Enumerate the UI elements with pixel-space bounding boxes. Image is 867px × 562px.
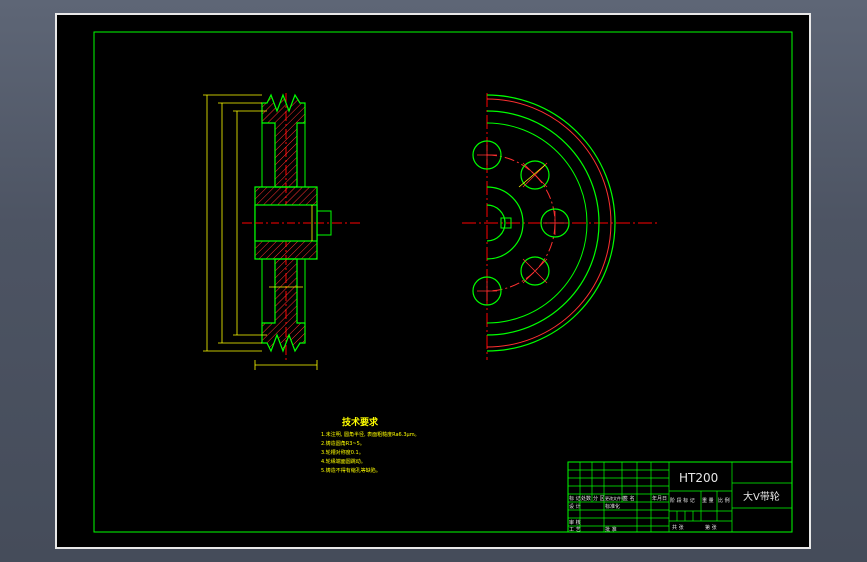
drawing-sheet[interactable]: 技术要求 1.未注明, 圆角半径, 表面粗糙度Ra6.3μm。 2.铸造圆角R3… <box>55 13 811 549</box>
front-view <box>462 93 657 360</box>
tb-label: 标准化 <box>605 503 620 510</box>
cad-drawing: 技术要求 1.未注明, 圆角半径, 表面粗糙度Ra6.3μm。 2.铸造圆角R3… <box>93 31 793 533</box>
rim-top <box>261 93 306 188</box>
tb-label: 分 区 <box>593 495 605 502</box>
tb-label: 阶 段 标 记 <box>670 497 695 504</box>
tech-line: 2.铸造圆角R3~5。 <box>321 440 365 447</box>
tb-label: 第 张 <box>705 524 717 531</box>
tech-line: 4.轮缘端面圆跳动。 <box>321 458 366 465</box>
drawing-frame <box>93 31 793 533</box>
tb-label: 标 记 <box>569 495 581 502</box>
tech-heading: 技术要求 <box>342 416 379 428</box>
tb-label: 年月日 <box>652 495 667 502</box>
tb-label: 批 准 <box>605 526 617 533</box>
tb-label: 更改文件号 <box>605 495 625 501</box>
tb-label: 共 张 <box>672 524 684 531</box>
section-view <box>203 93 362 370</box>
tb-label: 设 计 <box>569 503 581 510</box>
tb-label: 签 名 <box>623 495 635 502</box>
part-name-label: 大V带轮 <box>743 490 780 503</box>
material-label: HT200 <box>679 471 718 485</box>
rim-bottom <box>261 258 306 353</box>
technical-requirements: 技术要求 1.未注明, 圆角半径, 表面粗糙度Ra6.3μm。 2.铸造圆角R3… <box>321 416 420 474</box>
tb-label: 处数 <box>581 495 591 502</box>
title-block: HT200 大V带轮 标 记 处数 分 区 更改文件号 签 名 年月日 设 计 … <box>567 461 793 533</box>
tech-line: 5.铸造不得有缩孔等缺陷。 <box>321 467 381 474</box>
tech-line: 3.轮槽对称度0.1。 <box>321 449 364 456</box>
tech-line: 1.未注明, 圆角半径, 表面粗糙度Ra6.3μm。 <box>321 431 420 438</box>
tb-label: 工 艺 <box>569 527 581 533</box>
tb-label: 审 核 <box>569 519 581 526</box>
tb-label: 重 量 <box>702 497 714 504</box>
tb-label: 比 例 <box>718 497 730 504</box>
